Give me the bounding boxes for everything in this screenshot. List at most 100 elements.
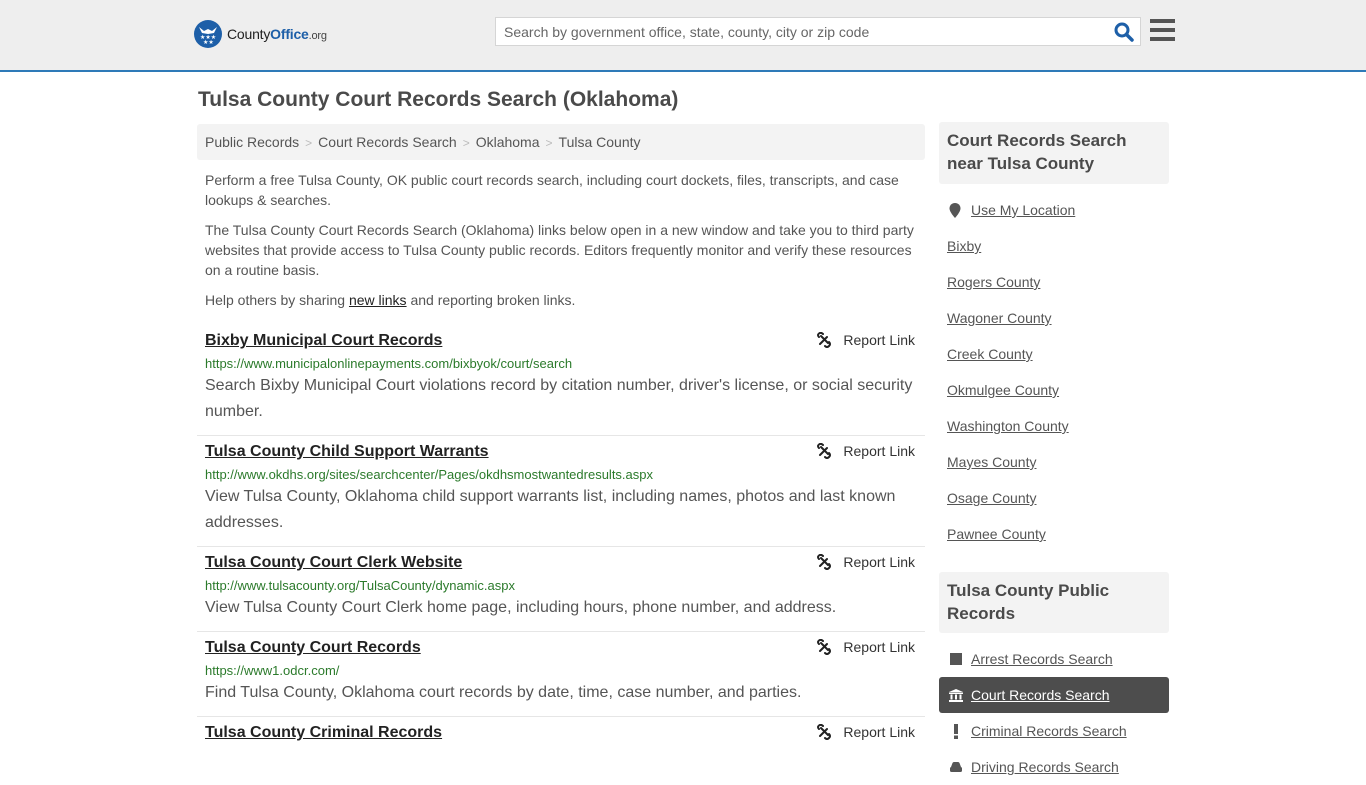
- menu-bar: [1150, 28, 1175, 32]
- exclamation-icon: [948, 723, 964, 739]
- result-url[interactable]: https://www.municipalonlinepayments.com/…: [205, 355, 917, 373]
- breadcrumb-separator: >: [545, 136, 553, 150]
- nearby-item: Wagoner County: [947, 300, 1169, 336]
- nearby-link-okmulgee-county[interactable]: Okmulgee County: [947, 382, 1059, 398]
- public-records-list: Arrest Records Search Court Records Sear…: [939, 641, 1169, 785]
- nearby-link-mayes-county[interactable]: Mayes County: [947, 454, 1036, 470]
- use-my-location-item: Use My Location: [947, 192, 1169, 228]
- intro-text-before: Help others by sharing: [205, 292, 349, 308]
- logo-text-org: .org: [308, 30, 327, 42]
- breadcrumb-court-records-search[interactable]: Court Records Search: [318, 134, 457, 150]
- logo-text: CountyOffice.org: [227, 26, 327, 42]
- page-title: Tulsa County Court Records Search (Oklah…: [198, 88, 679, 111]
- report-link-label: Report Link: [843, 332, 915, 348]
- broken-link-icon: [817, 639, 832, 655]
- category-item-driving-records: Driving Records Search: [939, 749, 1169, 785]
- category-item-arrest-records: Arrest Records Search: [939, 641, 1169, 677]
- result-item: Tulsa County Child Support Warrants Repo…: [197, 436, 925, 547]
- nearby-item: Bixby: [947, 228, 1169, 264]
- nearby-item: Osage County: [947, 480, 1169, 516]
- result-item: Bixby Municipal Court Records Report Lin…: [197, 325, 925, 436]
- nearby-section-title: Court Records Search near Tulsa County: [939, 122, 1169, 184]
- nearby-item: Pawnee County: [947, 516, 1169, 552]
- nearby-link-wagoner-county[interactable]: Wagoner County: [947, 310, 1052, 326]
- result-title-link[interactable]: Tulsa County Criminal Records: [205, 723, 442, 743]
- results-list: Bixby Municipal Court Records Report Lin…: [197, 325, 925, 753]
- category-item-criminal-records: Criminal Records Search: [939, 713, 1169, 749]
- new-links-link[interactable]: new links: [349, 292, 407, 308]
- result-item: Tulsa County Criminal Records Report Lin…: [197, 717, 925, 753]
- courthouse-icon: [948, 688, 964, 702]
- public-records-section-title: Tulsa County Public Records: [939, 572, 1169, 633]
- menu-bar: [1150, 37, 1175, 41]
- nearby-link-rogers-county[interactable]: Rogers County: [947, 274, 1040, 290]
- result-title-link[interactable]: Tulsa County Court Clerk Website: [205, 553, 462, 573]
- nearby-link-pawnee-county[interactable]: Pawnee County: [947, 526, 1046, 542]
- nearby-list: Use My Location Bixby Rogers County Wago…: [947, 192, 1169, 552]
- breadcrumb-public-records[interactable]: Public Records: [205, 134, 299, 150]
- driving-records-search-link[interactable]: Driving Records Search: [971, 759, 1119, 775]
- intro-paragraph-2: The Tulsa County Court Records Search (O…: [205, 222, 914, 278]
- nearby-item: Washington County: [947, 408, 1169, 444]
- intro-paragraph-3: Help others by sharing new links and rep…: [205, 290, 920, 310]
- intro-text: Perform a free Tulsa County, OK public c…: [205, 170, 920, 320]
- nearby-item: Creek County: [947, 336, 1169, 372]
- nearby-link-osage-county[interactable]: Osage County: [947, 490, 1037, 506]
- svg-text:★★: ★★: [203, 39, 214, 44]
- result-description: Find Tulsa County, Oklahoma court record…: [205, 684, 802, 701]
- broken-link-icon: [817, 443, 832, 459]
- nearby-link-bixby[interactable]: Bixby: [947, 238, 981, 254]
- category-item-court-records: Court Records Search: [939, 677, 1169, 713]
- square-icon: [948, 653, 964, 665]
- report-link-label: Report Link: [843, 443, 915, 459]
- court-records-search-link[interactable]: Court Records Search: [971, 687, 1110, 703]
- use-my-location-link[interactable]: Use My Location: [971, 202, 1075, 218]
- breadcrumb-separator: >: [462, 136, 470, 150]
- report-link-button[interactable]: Report Link: [816, 332, 915, 348]
- broken-link-icon: [817, 554, 832, 570]
- result-description: View Tulsa County, Oklahoma child suppor…: [205, 488, 896, 531]
- breadcrumb: Public Records > Court Records Search > Okla…: [197, 124, 925, 160]
- result-item: Tulsa County Court Records Report Link h…: [197, 632, 925, 717]
- result-description: Search Bixby Municipal Court violations …: [205, 377, 913, 420]
- nearby-link-creek-county[interactable]: Creek County: [947, 346, 1033, 362]
- result-url[interactable]: http://www.okdhs.org/sites/searchcenter/…: [205, 466, 917, 484]
- breadcrumb-oklahoma[interactable]: Oklahoma: [476, 134, 540, 150]
- logo-text-office: Office: [270, 26, 309, 42]
- nearby-item: Mayes County: [947, 444, 1169, 480]
- logo-text-county: County: [227, 26, 271, 42]
- search-input[interactable]: [496, 18, 1106, 45]
- menu-bar: [1150, 19, 1175, 23]
- eagle-stars-badge-icon: ★★★ ★★: [194, 20, 222, 48]
- site-header: ★★★ ★★ CountyOffice.org: [0, 0, 1366, 72]
- breadcrumb-tulsa-county[interactable]: Tulsa County: [559, 134, 641, 150]
- result-title-link[interactable]: Tulsa County Child Support Warrants: [205, 442, 489, 462]
- result-title-link[interactable]: Bixby Municipal Court Records: [205, 331, 442, 351]
- nearby-link-washington-county[interactable]: Washington County: [947, 418, 1069, 434]
- nearby-item: Okmulgee County: [947, 372, 1169, 408]
- result-url[interactable]: https://www1.odcr.com/: [205, 662, 917, 680]
- report-link-button[interactable]: Report Link: [816, 724, 915, 740]
- search-bar: [495, 17, 1141, 46]
- car-icon: [948, 761, 964, 774]
- arrest-records-search-link[interactable]: Arrest Records Search: [971, 651, 1113, 667]
- site-logo[interactable]: ★★★ ★★ CountyOffice.org: [194, 20, 327, 48]
- report-link-label: Report Link: [843, 724, 915, 740]
- criminal-records-search-link[interactable]: Criminal Records Search: [971, 723, 1127, 739]
- report-link-button[interactable]: Report Link: [816, 554, 915, 570]
- report-link-button[interactable]: Report Link: [816, 639, 915, 655]
- report-link-label: Report Link: [843, 639, 915, 655]
- intro-text-after: and reporting broken links.: [406, 292, 576, 308]
- result-item: Tulsa County Court Clerk Website Report …: [197, 547, 925, 632]
- hamburger-menu-icon[interactable]: [1150, 19, 1175, 41]
- nearby-item: Rogers County: [947, 264, 1169, 300]
- result-description: View Tulsa County Court Clerk home page,…: [205, 599, 837, 616]
- map-pin-icon: [947, 202, 963, 218]
- broken-link-icon: [817, 332, 832, 348]
- search-icon[interactable]: [1114, 22, 1134, 42]
- result-title-link[interactable]: Tulsa County Court Records: [205, 638, 421, 658]
- report-link-button[interactable]: Report Link: [816, 443, 915, 459]
- result-url[interactable]: http://www.tulsacounty.org/TulsaCounty/d…: [205, 577, 917, 595]
- breadcrumb-separator: >: [305, 136, 313, 150]
- intro-paragraph-1: Perform a free Tulsa County, OK public c…: [205, 172, 899, 208]
